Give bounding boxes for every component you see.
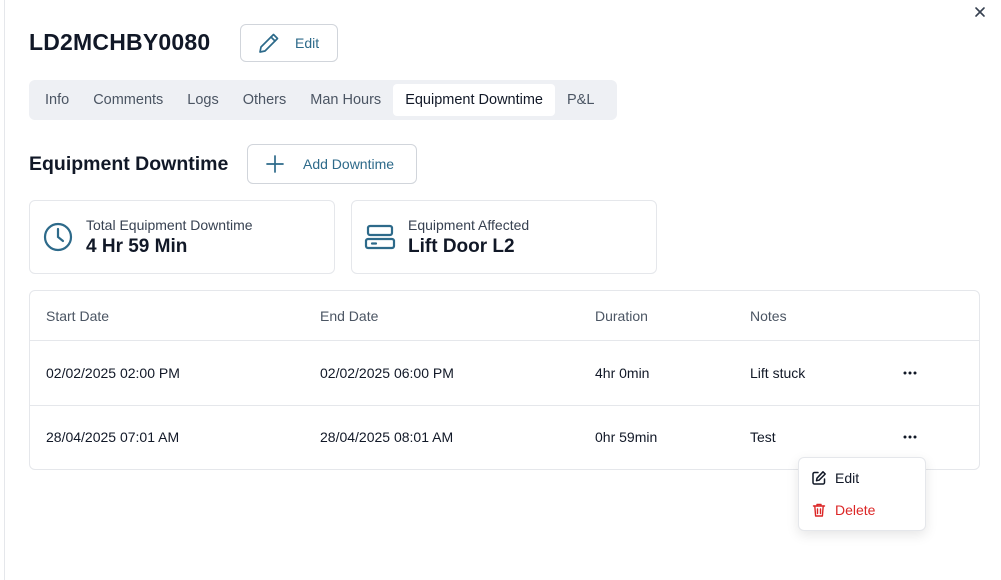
page-title: LD2MCHBY0080 <box>29 29 211 55</box>
edit-button-label: Edit <box>295 35 320 51</box>
edit-button[interactable]: Edit <box>240 24 338 62</box>
tab-logs[interactable]: Logs <box>175 84 230 116</box>
edit-square-icon <box>812 471 826 485</box>
equipment-icon <box>364 224 396 250</box>
section-title: Equipment Downtime <box>29 153 229 175</box>
tab-p-and-l[interactable]: P&L <box>555 84 606 116</box>
total-downtime-card: Total Equipment Downtime 4 Hr 59 Min <box>29 200 335 274</box>
column-notes: Notes <box>750 307 787 324</box>
pencil-icon <box>259 33 279 53</box>
menu-delete-item[interactable]: Delete <box>811 502 875 518</box>
duration-cell: 0hr 59min <box>595 429 658 445</box>
end-date-cell: 02/02/2025 06:00 PM <box>320 364 454 381</box>
close-button[interactable] <box>970 2 990 22</box>
panel-left-border <box>4 0 5 580</box>
downtime-table: Start Date End Date Duration Notes 02/02… <box>29 290 980 470</box>
add-downtime-label: Add Downtime <box>303 156 395 172</box>
menu-edit-item[interactable]: Edit <box>811 470 859 486</box>
tab-others[interactable]: Others <box>231 84 299 116</box>
tab-comments[interactable]: Comments <box>81 84 175 116</box>
row-actions-menu: Edit Delete <box>798 457 926 531</box>
notes-cell: Test <box>750 429 776 445</box>
menu-edit-label: Edit <box>835 470 860 486</box>
plus-icon <box>266 155 284 173</box>
menu-delete-label: Delete <box>835 502 876 518</box>
notes-cell: Lift stuck <box>750 364 806 381</box>
tab-man-hours[interactable]: Man Hours <box>298 84 393 116</box>
end-date-cell: 28/04/2025 08:01 AM <box>320 429 454 445</box>
add-downtime-button[interactable]: Add Downtime <box>247 144 417 184</box>
tab-bar: Info Comments Logs Others Man Hours Equi… <box>29 80 617 120</box>
total-downtime-value: 4 Hr 59 Min <box>86 235 188 257</box>
row-actions-button[interactable] <box>902 340 918 405</box>
start-date-cell: 28/04/2025 07:01 AM <box>46 429 180 445</box>
total-downtime-label: Total Equipment Downtime <box>86 216 253 233</box>
equipment-affected-label: Equipment Affected <box>408 216 530 233</box>
table-header: Start Date End Date Duration Notes <box>30 291 979 341</box>
clock-icon <box>43 222 73 252</box>
more-horizontal-icon <box>903 371 917 374</box>
column-end-date: End Date <box>320 307 379 324</box>
duration-cell: 4hr 0min <box>595 364 650 381</box>
more-horizontal-icon <box>903 435 917 439</box>
tab-equipment-downtime[interactable]: Equipment Downtime <box>393 84 556 116</box>
tab-info[interactable]: Info <box>33 84 81 116</box>
equipment-affected-card: Equipment Affected Lift Door L2 <box>351 200 657 274</box>
equipment-affected-value: Lift Door L2 <box>408 235 515 257</box>
close-icon <box>975 7 985 17</box>
trash-icon <box>812 503 826 517</box>
table-row: 02/02/2025 02:00 PM 02/02/2025 06:00 PM … <box>30 340 979 406</box>
start-date-cell: 02/02/2025 02:00 PM <box>46 364 180 381</box>
column-duration: Duration <box>595 307 648 324</box>
column-start-date: Start Date <box>46 307 110 324</box>
